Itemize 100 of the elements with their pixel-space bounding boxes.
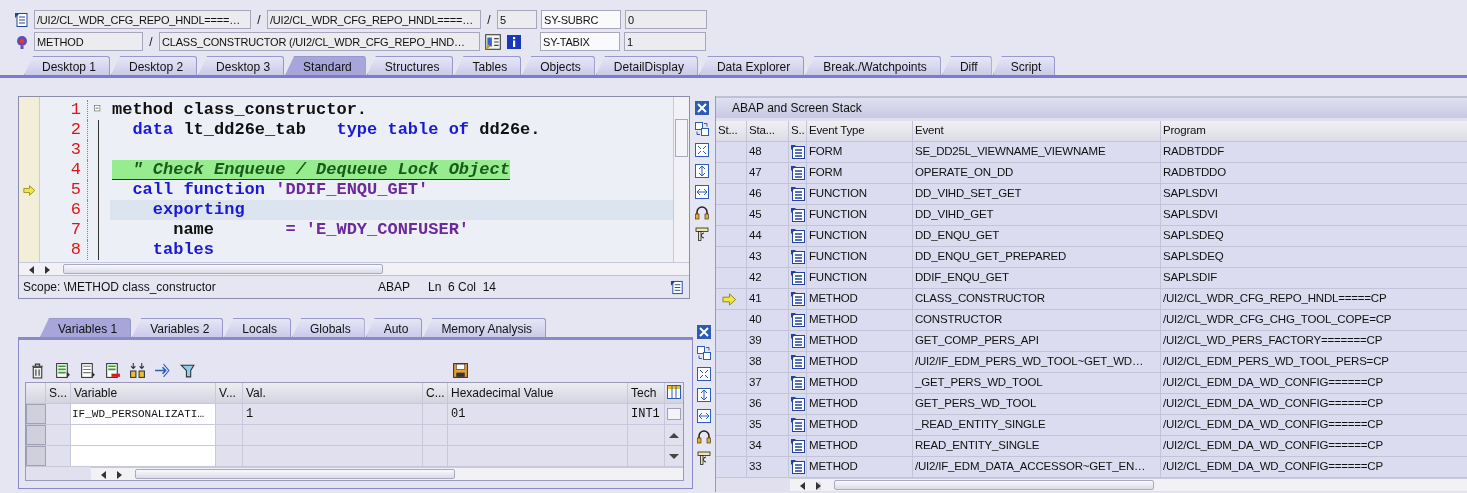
tab[interactable]: Variables 2 bbox=[132, 318, 224, 337]
column-header[interactable]: Variable bbox=[71, 383, 216, 403]
program-icon[interactable] bbox=[790, 186, 806, 202]
program-icon[interactable] bbox=[790, 249, 806, 265]
tab[interactable]: Desktop 3 bbox=[198, 56, 285, 75]
collapse-icon[interactable] bbox=[94, 105, 104, 115]
tab[interactable]: Break./Watchpoints bbox=[805, 56, 941, 75]
table-cell: 1 bbox=[243, 404, 423, 424]
tab[interactable]: Desktop 2 bbox=[111, 56, 198, 75]
column-header[interactable]: Event Type bbox=[807, 121, 913, 141]
table-cell: METHOD bbox=[807, 352, 913, 372]
tab[interactable]: Tables bbox=[454, 56, 522, 75]
input-field[interactable] bbox=[71, 446, 216, 466]
notes-icon[interactable] bbox=[670, 279, 685, 295]
code-line: call function 'DDIF_ENQU_GET' bbox=[131, 180, 430, 200]
table-cell: /UI2/IF_EDM_PERS_WD_TOOL~GET_WD… bbox=[913, 352, 1161, 372]
tab[interactable]: Desktop 1 bbox=[24, 56, 111, 75]
table-cell: FUNCTION bbox=[807, 268, 913, 288]
column-header[interactable]: Val. bbox=[243, 383, 423, 403]
tool-icon[interactable] bbox=[694, 226, 710, 242]
line-number: 3 bbox=[40, 140, 88, 160]
panel-icon[interactable] bbox=[484, 32, 502, 51]
list-icon[interactable] bbox=[79, 362, 96, 379]
tab[interactable]: Standard bbox=[285, 56, 366, 75]
tab[interactable]: Auto bbox=[365, 318, 423, 337]
delete-icon[interactable] bbox=[29, 362, 46, 379]
window-swap-icon[interactable] bbox=[696, 345, 712, 361]
move-icon[interactable] bbox=[154, 362, 171, 379]
save-icon[interactable] bbox=[452, 362, 469, 379]
program-icon[interactable] bbox=[790, 354, 806, 370]
scroll-up-arrow[interactable] bbox=[669, 433, 679, 438]
vertical-resize-icon[interactable] bbox=[694, 163, 710, 179]
headset-icon[interactable] bbox=[694, 205, 710, 221]
horizontal-scrollbar[interactable] bbox=[790, 478, 1467, 491]
program-icon[interactable] bbox=[790, 312, 806, 328]
horizontal-scrollbar[interactable] bbox=[19, 262, 689, 276]
tab[interactable]: Objects bbox=[522, 56, 595, 75]
program-icon[interactable] bbox=[790, 291, 806, 307]
column-header[interactable]: S.. bbox=[789, 121, 807, 141]
program-icon[interactable] bbox=[790, 207, 806, 223]
table-cell: FUNCTION bbox=[807, 226, 913, 246]
column-header[interactable]: S... bbox=[46, 383, 71, 403]
vertical-resize-icon[interactable] bbox=[696, 387, 712, 403]
tab[interactable]: Data Explorer bbox=[698, 56, 805, 75]
table-cell: 33 bbox=[747, 457, 789, 477]
column-header[interactable]: Tech bbox=[628, 383, 665, 403]
column-header[interactable]: Program bbox=[1161, 121, 1467, 141]
tab[interactable]: Script bbox=[992, 56, 1056, 75]
program-icon[interactable] bbox=[790, 228, 806, 244]
column-header[interactable]: C... bbox=[423, 383, 448, 403]
close-icon[interactable] bbox=[696, 324, 712, 340]
fullscreen-icon[interactable] bbox=[696, 366, 712, 382]
horizontal-scrollbar[interactable] bbox=[91, 467, 683, 480]
tab[interactable]: Locals bbox=[224, 318, 291, 337]
table-cell: INT1 bbox=[628, 404, 665, 424]
code-line: tables bbox=[151, 240, 216, 260]
tab[interactable]: Memory Analysis bbox=[423, 318, 547, 337]
program-icon[interactable] bbox=[790, 375, 806, 391]
column-header[interactable]: Hexadecimal Value bbox=[448, 383, 628, 403]
program-icon[interactable] bbox=[790, 333, 806, 349]
program-icon[interactable] bbox=[790, 417, 806, 433]
panel-title: ABAP and Screen Stack bbox=[716, 96, 1467, 118]
window-swap-icon[interactable] bbox=[694, 121, 710, 137]
headset-icon[interactable] bbox=[696, 429, 712, 445]
scroll-down-arrow[interactable] bbox=[669, 454, 679, 459]
column-header[interactable]: Event bbox=[913, 121, 1161, 141]
program-icon[interactable] bbox=[790, 438, 806, 454]
hierarchy-icon[interactable] bbox=[129, 362, 146, 379]
separator: / bbox=[486, 12, 492, 27]
program-icon[interactable] bbox=[790, 165, 806, 181]
vertical-scrollbar[interactable] bbox=[673, 97, 689, 263]
column-header[interactable]: V... bbox=[216, 383, 243, 403]
table-cell: 43 bbox=[747, 247, 789, 267]
program-icon[interactable] bbox=[790, 144, 806, 160]
filter-icon[interactable] bbox=[179, 362, 196, 379]
fullscreen-icon[interactable] bbox=[694, 142, 710, 158]
list-remove-icon[interactable] bbox=[104, 362, 121, 379]
horizontal-resize-icon[interactable] bbox=[694, 184, 710, 200]
tab[interactable]: Structures bbox=[366, 56, 454, 75]
column-header[interactable]: Sta... bbox=[747, 121, 789, 141]
input-field[interactable] bbox=[71, 425, 216, 445]
info-icon[interactable] bbox=[506, 33, 522, 50]
program-icon[interactable] bbox=[790, 459, 806, 475]
program-icon[interactable] bbox=[790, 396, 806, 412]
program-icon[interactable] bbox=[790, 270, 806, 286]
tab[interactable]: Diff bbox=[941, 56, 992, 75]
tool-icon[interactable] bbox=[696, 450, 712, 466]
horizontal-resize-icon[interactable] bbox=[696, 408, 712, 424]
tab[interactable]: DetailDisplay bbox=[595, 56, 698, 75]
list-insert-icon[interactable] bbox=[54, 362, 71, 379]
tab[interactable]: Variables 1 bbox=[40, 318, 132, 337]
input-field[interactable]: IF_WD_PERSONALIZATI… bbox=[71, 404, 216, 424]
close-icon[interactable] bbox=[694, 100, 710, 116]
table-cell: 34 bbox=[747, 436, 789, 456]
table-cell: SAPLSDVI bbox=[1161, 184, 1467, 204]
table-cell: GET_COMP_PERS_API bbox=[913, 331, 1161, 351]
column-layout-icon[interactable] bbox=[666, 384, 682, 400]
table-cell: SAPLSDVI bbox=[1161, 205, 1467, 225]
column-header[interactable]: St... bbox=[716, 121, 747, 141]
tab[interactable]: Globals bbox=[292, 318, 365, 337]
